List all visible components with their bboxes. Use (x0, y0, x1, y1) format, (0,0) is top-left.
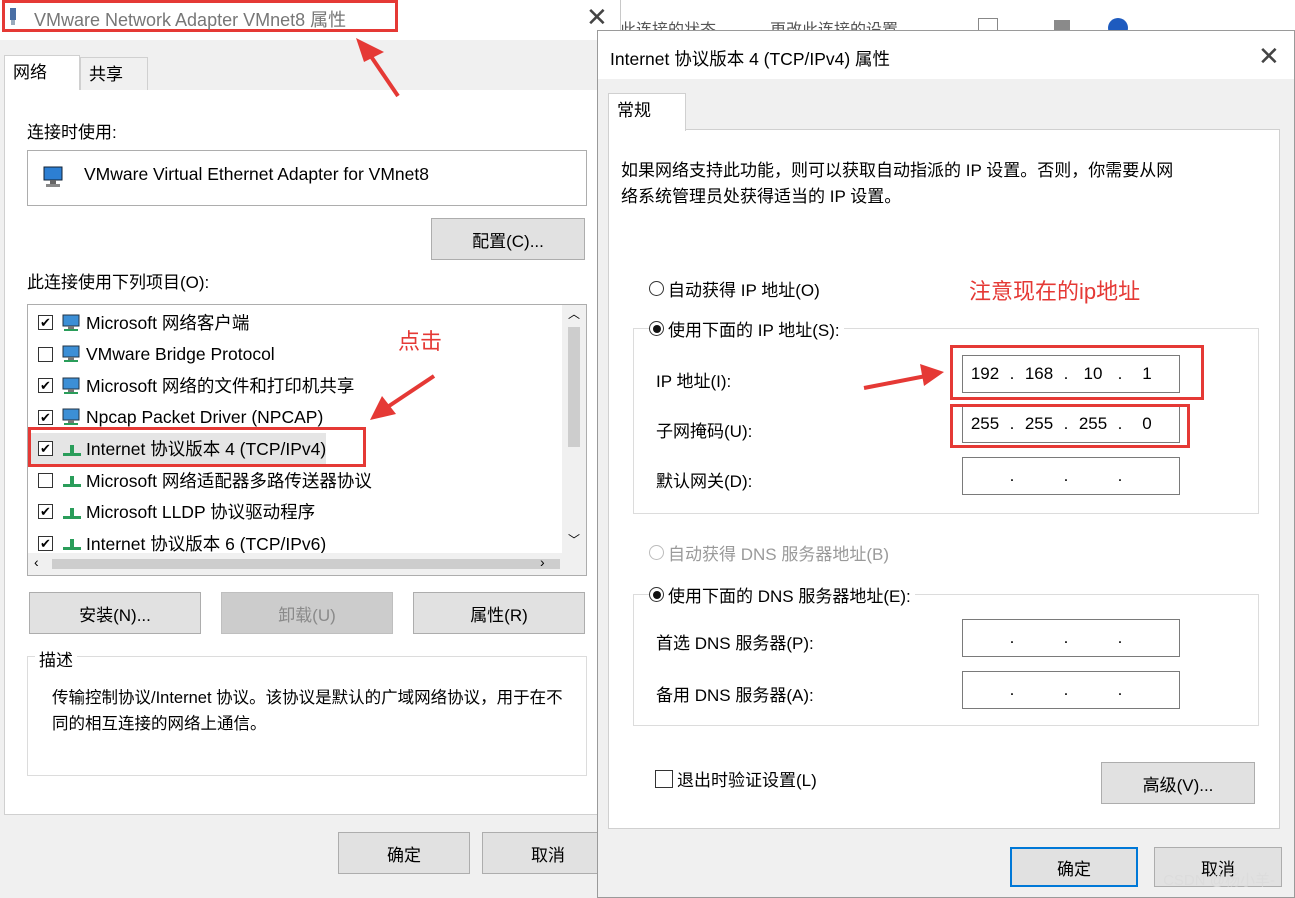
auto-dns-label: 自动获得 DNS 服务器地址(B) (668, 545, 889, 564)
item-checkbox[interactable]: ✔ (38, 378, 53, 393)
manual-ip-option[interactable]: 使用下面的 IP 地址(S): (649, 316, 844, 341)
horizontal-scroll-thumb[interactable] (52, 559, 560, 569)
subnet-label: 子网掩码(U): (656, 422, 753, 441)
scroll-down-icon[interactable]: ﹀ (568, 531, 580, 548)
adapter-name: VMware Virtual Ethernet Adapter for VMne… (84, 164, 429, 184)
layout-icon (1054, 20, 1070, 30)
intro-text-line2: 络系统管理员处获得适当的 IP 设置。 (621, 187, 902, 206)
tab-sharing[interactable]: 共享 (80, 57, 148, 91)
properties-button[interactable]: 属性(R) (413, 592, 585, 634)
scroll-up-icon[interactable]: ︿ (568, 305, 580, 322)
click-annotation: 点击 (398, 329, 443, 354)
protocol-icon (63, 539, 81, 550)
alternate-dns-label: 备用 DNS 服务器(A): (656, 686, 814, 705)
list-item[interactable]: ✔ Microsoft LLDP 协议驱动程序 (28, 496, 315, 527)
tab-network[interactable]: 网络 (4, 55, 80, 91)
item-checkbox[interactable] (38, 472, 53, 488)
close-icon[interactable]: ✕ (586, 4, 608, 30)
preferred-dns-input[interactable]: ... (962, 619, 1180, 657)
scroll-left-icon[interactable]: ‹ (34, 554, 39, 570)
validate-label: 退出时验证设置(L) (677, 771, 817, 790)
items-label: 此连接使用下列项目(O): (27, 273, 210, 292)
manual-dns-radio[interactable] (649, 587, 664, 602)
validate-option[interactable]: 退出时验证设置(L) (655, 766, 817, 791)
close-icon[interactable]: ✕ (1258, 43, 1280, 69)
description-title: 描述 (35, 646, 77, 671)
item-checkbox[interactable]: ✔ (38, 409, 53, 425)
watermark: CSDN @杨小羊- (1163, 872, 1275, 889)
scroll-right-icon[interactable]: › (540, 554, 545, 570)
item-label: Microsoft 网络客户端 (86, 313, 250, 333)
ok-button[interactable]: 确定 (338, 832, 470, 874)
description-text: 传输控制协议/Internet 协议。该协议是默认的广域网络协议，用于在不同的相… (52, 689, 563, 733)
auto-ip-radio[interactable] (649, 281, 664, 296)
item-label: VMware Bridge Protocol (86, 343, 275, 364)
item-checkbox[interactable] (38, 346, 53, 362)
auto-ip-label: 自动获得 IP 地址(O) (668, 281, 820, 300)
title-bar: Internet 协议版本 4 (TCP/IPv4) 属性 ✕ (598, 31, 1294, 79)
dns-settings-group: 首选 DNS 服务器(P): 备用 DNS 服务器(A): ... ... (633, 594, 1259, 726)
dialog-title: VMware Network Adapter VMnet8 属性 (34, 10, 347, 30)
item-checkbox[interactable]: ✔ (38, 504, 53, 519)
adapter-box: VMware Virtual Ethernet Adapter for VMne… (27, 150, 587, 206)
item-label: Microsoft LLDP 协议驱动程序 (86, 502, 316, 522)
background-window-strip: 此连接的状态 更改此连接的设置 (620, 0, 1295, 39)
network-client-icon (62, 314, 80, 331)
vertical-scroll-thumb[interactable] (568, 327, 580, 447)
adapter-properties-dialog: VMware Network Adapter VMnet8 属性 ✕ 网络 共享… (0, 0, 621, 898)
intro-text-line1: 如果网络支持此功能，则可以获取自动指派的 IP 设置。否则，你需要从网 (621, 161, 1174, 180)
manual-ip-label: 使用下面的 IP 地址(S): (668, 321, 840, 340)
item-label: Microsoft 网络适配器多路传送器协议 (86, 470, 372, 491)
auto-ip-option[interactable]: 自动获得 IP 地址(O) (649, 276, 820, 301)
list-item[interactable]: VMware Bridge Protocol (28, 339, 275, 370)
network-client-icon (62, 345, 80, 362)
ip-highlight-box (950, 345, 1204, 400)
network-tab-panel: 连接时使用: VMware Virtual Ethernet Adapter f… (4, 90, 616, 815)
list-item[interactable]: ✔ Internet 协议版本 6 (TCP/IPv6) (28, 528, 327, 554)
list-item[interactable]: ✔ Microsoft 网络的文件和打印机共享 (28, 370, 354, 401)
configure-button[interactable]: 配置(C)... (431, 218, 585, 260)
item-checkbox[interactable]: ✔ (38, 315, 53, 330)
general-tab-panel: 如果网络支持此功能，则可以获取自动指派的 IP 设置。否则，你需要从网 络系统管… (608, 129, 1280, 829)
list-item[interactable]: Microsoft 网络适配器多路传送器协议 (28, 465, 372, 496)
item-label: Microsoft 网络的文件和打印机共享 (86, 376, 355, 396)
manual-ip-radio[interactable] (649, 321, 664, 336)
item-label: Npcap Packet Driver (NPCAP) (86, 406, 324, 427)
manual-dns-label: 使用下面的 DNS 服务器地址(E): (668, 587, 911, 606)
gateway-input[interactable]: . . . (962, 457, 1180, 495)
preferred-dns-label: 首选 DNS 服务器(P): (656, 634, 814, 653)
title-bar: VMware Network Adapter VMnet8 属性 ✕ (0, 0, 620, 40)
dialog-title: Internet 协议版本 4 (TCP/IPv4) 属性 (610, 49, 891, 69)
ip-annotation: 注意现在的ip地址 (969, 279, 1141, 304)
adapter-icon (43, 166, 63, 187)
vertical-scrollbar[interactable]: ︿ ﹀ (562, 305, 586, 553)
auto-dns-radio[interactable] (649, 545, 664, 560)
list-item[interactable]: ✔ Microsoft 网络客户端 (28, 307, 249, 338)
ip-label: IP 地址(I): (656, 372, 732, 391)
uninstall-button[interactable]: 卸载(U) (221, 592, 393, 634)
alternate-dns-input[interactable]: ... (962, 671, 1180, 709)
protocol-icon (63, 476, 81, 487)
manual-dns-option[interactable]: 使用下面的 DNS 服务器地址(E): (649, 582, 915, 607)
ok-button[interactable]: 确定 (1010, 847, 1138, 887)
network-client-icon (62, 408, 80, 425)
item-checkbox[interactable]: ✔ (38, 535, 53, 551)
horizontal-scrollbar[interactable]: ‹ › (28, 553, 586, 575)
subnet-highlight-box (950, 404, 1190, 448)
connect-using-label: 连接时使用: (27, 123, 117, 142)
ipv4-properties-dialog: Internet 协议版本 4 (TCP/IPv4) 属性 ✕ 常规 如果网络支… (597, 30, 1295, 898)
gateway-label: 默认网关(D): (656, 472, 753, 491)
ipv4-highlight-box (28, 427, 366, 467)
network-client-icon (62, 377, 80, 394)
auto-dns-option[interactable]: 自动获得 DNS 服务器地址(B) (649, 540, 889, 565)
tab-general[interactable]: 常规 (608, 93, 686, 131)
validate-checkbox[interactable] (655, 769, 673, 788)
protocol-icon (63, 507, 81, 519)
cancel-button[interactable]: 取消 (482, 832, 614, 874)
advanced-button[interactable]: 高级(V)... (1101, 762, 1255, 804)
install-button[interactable]: 安装(N)... (29, 592, 201, 634)
item-label: Internet 协议版本 6 (TCP/IPv6) (86, 533, 327, 554)
description-group: 传输控制协议/Internet 协议。该协议是默认的广域网络协议，用于在不同的相… (27, 656, 587, 776)
